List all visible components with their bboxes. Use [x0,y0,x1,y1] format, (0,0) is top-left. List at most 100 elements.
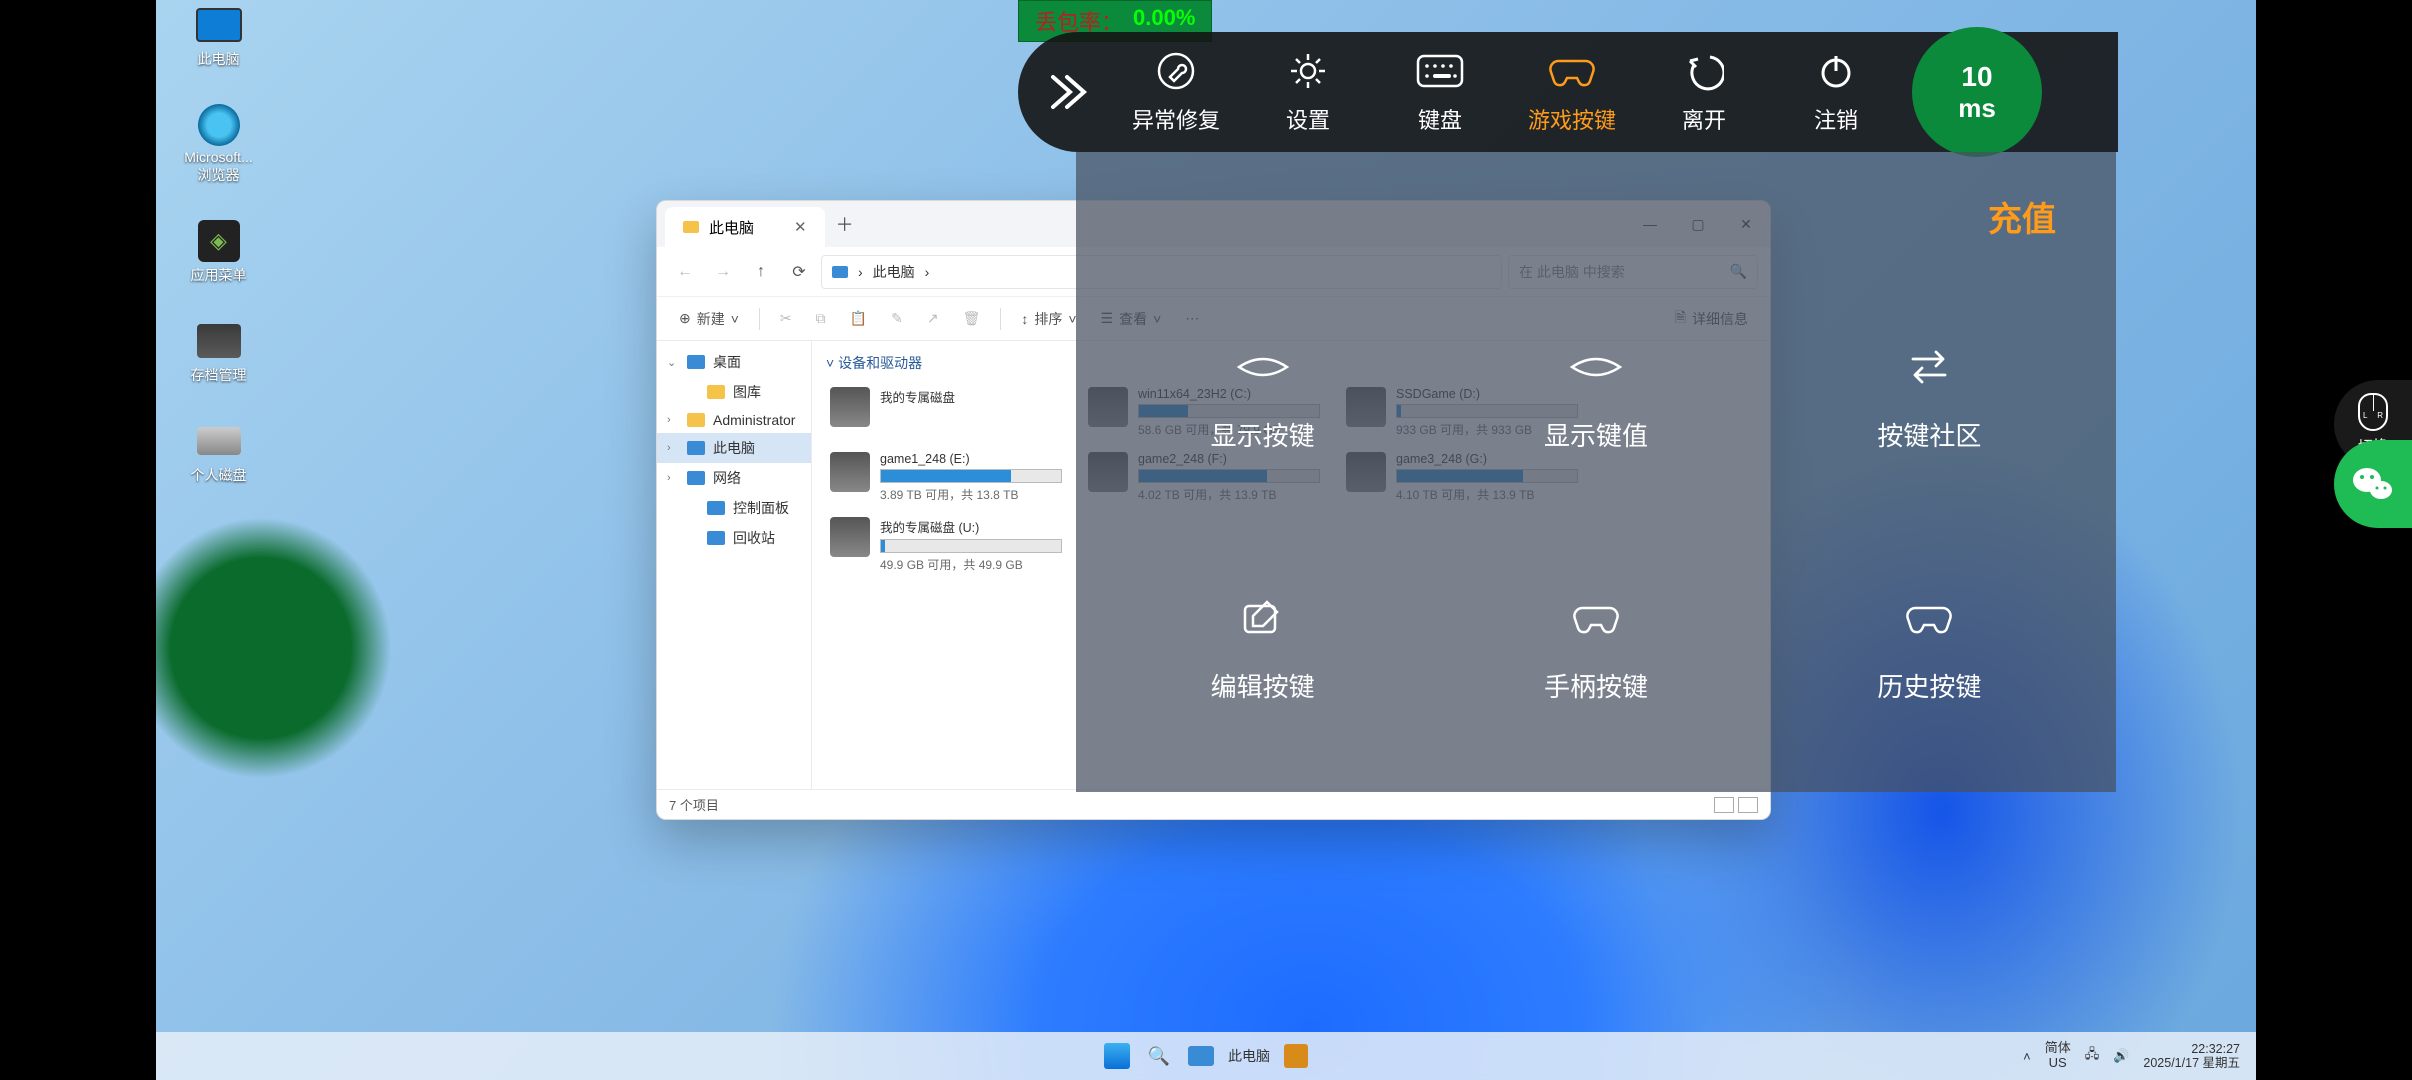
drive-item[interactable]: 我的专属磁盘 (U:)49.9 GB 可用，共 49.9 GB [826,513,1066,577]
cut-button[interactable]: ✂ [772,306,800,331]
tab-close-icon[interactable]: ✕ [794,218,807,236]
nav-item-回收站[interactable]: 回收站 [657,523,811,553]
panel-显示按键-button[interactable]: 显示按键 [1116,342,1409,453]
copy-button[interactable]: ⧉ [808,306,834,331]
wechat-button[interactable] [2334,440,2412,528]
paste-button[interactable]: 📋 [842,306,875,331]
start-button[interactable] [1104,1043,1130,1069]
latency-unit: ms [1958,93,1996,124]
panel-cell-label: 按键社区 [1877,416,1981,453]
explorer-tab-title: 此电脑 [709,217,754,238]
nav-item-此电脑[interactable]: ›此电脑 [657,433,811,463]
chevron-icon: ⌄ [667,356,679,369]
panel-编辑按键-button[interactable]: 编辑按键 [1116,593,1409,704]
nav-forward-button: → [707,256,739,288]
view-grid-button[interactable] [1738,797,1758,813]
taskbar[interactable]: 🔍 此电脑 ˄ 简体US 🖧 🔊 22:32:272025/1/17 星期五 [156,1032,2256,1080]
monitor-icon [196,8,242,42]
tray-chevron-icon[interactable]: ˄ [2023,1049,2031,1064]
disk-icon [197,427,241,455]
taskbar-explorer-button[interactable] [1188,1046,1214,1066]
nav-back-button: ← [669,256,701,288]
cloudbar-power-button[interactable]: 注销 [1770,49,1902,135]
new-tab-button[interactable]: ＋ [825,201,865,247]
ime-indicator[interactable]: 简体US [2045,1041,2071,1071]
power-icon [1816,49,1856,93]
nav-item-Administrator[interactable]: ›Administrator [657,407,811,433]
share-button[interactable]: ↗ [919,306,947,331]
desktop-icon-this-pc[interactable]: 此电脑 [166,5,271,69]
rename-button[interactable]: ✎ [883,306,911,331]
folder-icon [683,221,699,233]
clock[interactable]: 22:32:272025/1/17 星期五 [2143,1042,2240,1071]
desktop-icon-app-menu[interactable]: ◈ 应用菜单 [166,221,271,285]
drive-name: game1_248 (E:) [880,452,1062,466]
recharge-button[interactable]: 充值 [1988,192,2056,241]
drive-item[interactable]: 我的专属磁盘 [826,383,1066,442]
drive-item[interactable]: game1_248 (E:)3.89 TB 可用，共 13.8 TB [826,448,1066,507]
nav-label: 桌面 [713,352,741,372]
explorer-status-bar: 7 个项目 [657,789,1770,819]
desktop-icon-personal-disk[interactable]: 个人磁盘 [166,421,271,485]
cloudbar-wrench-button[interactable]: 异常修复 [1110,49,1242,135]
cloudbar-label: 异常修复 [1132,103,1220,135]
nav-item-控制面板[interactable]: 控制面板 [657,493,811,523]
status-text: 7 个项目 [669,795,719,814]
right-float-buttons: LR 切换 [2334,380,2412,528]
cloudbar-back-button[interactable]: 离开 [1638,49,1770,135]
expand-button[interactable] [1030,67,1110,117]
edit-icon [1241,593,1285,643]
view-list-button[interactable] [1714,797,1734,813]
cloudbar-gear-button[interactable]: 设置 [1242,49,1374,135]
desktop-icon-save-manager[interactable]: 存档管理 [166,321,271,385]
cloudbar-label: 设置 [1286,103,1330,135]
folder-icon [687,413,705,427]
taskbar-app-label: 此电脑 [1228,1046,1270,1066]
game-key-panel: 充值 显示按键显示键值 按键社区编辑按键手柄按键 历史按键 [1076,152,2116,792]
taskbar-pinned-app[interactable] [1284,1044,1308,1068]
folder-icon [707,531,725,545]
edge-icon [198,104,240,146]
nav-item-图库[interactable]: 图库 [657,377,811,407]
nav-up-button[interactable]: ↑ [745,256,777,288]
nav-refresh-button[interactable]: ⟳ [783,256,815,288]
panel-手柄按键-button[interactable]: 手柄按键 [1449,593,1742,704]
explorer-tab[interactable]: 此电脑 ✕ [665,207,825,247]
cloudbar-gamepad-button[interactable]: 游戏按键 [1506,49,1638,135]
cloudbar-keyboard-button[interactable]: 键盘 [1374,49,1506,135]
panel-按键社区-button[interactable]: 按键社区 [1783,342,2076,453]
nav-item-桌面[interactable]: ⌄ 桌面 [657,347,811,377]
volume-icon[interactable]: 🔊 [2113,1048,2129,1064]
desktop-icon-label: 应用菜单 [191,265,247,285]
eye-icon [1235,342,1291,392]
nav-item-网络[interactable]: ›网络 [657,463,811,493]
gamepad-icon [1572,593,1620,643]
nav-label: 网络 [713,468,741,488]
save-icon [197,324,241,358]
drive-usage-bar [880,539,1062,553]
nav-label: Administrator [713,412,795,428]
drive-name: 我的专属磁盘 [880,387,1062,406]
desktop-icon-label: 个人磁盘 [191,465,247,485]
new-button[interactable]: ⊕新建˅ [671,305,747,333]
panel-cell-label: 显示键值 [1544,416,1648,453]
desktop-icon-edge[interactable]: Microsoft... 浏览器 [166,105,271,185]
cloudbar-label: 注销 [1814,103,1858,135]
delete-button[interactable]: 🗑 [955,306,989,331]
swap-icon [1905,342,1953,392]
mouse-icon: LR [2358,393,2388,431]
desktop-icon-label: 存档管理 [191,365,247,385]
nav-label: 回收站 [733,528,775,548]
gamepad-icon [1905,593,1953,643]
network-icon[interactable]: 🖧 [2085,1045,2100,1067]
taskbar-search-button[interactable]: 🔍 [1144,1041,1174,1071]
panel-历史按键-button[interactable]: 历史按键 [1783,593,2076,704]
keyboard-icon [1416,49,1464,93]
sort-button[interactable]: ↕排序˅ [1013,305,1084,333]
panel-cell-label: 手柄按键 [1544,667,1648,704]
panel-显示键值-button[interactable]: 显示键值 [1449,342,1742,453]
wechat-icon [2351,464,2395,504]
cloud-toolbar: 异常修复设置键盘游戏按键离开注销 10 ms [1018,32,2118,152]
desktop-icon-label: 此电脑 [198,49,240,69]
folder-icon [687,355,705,369]
